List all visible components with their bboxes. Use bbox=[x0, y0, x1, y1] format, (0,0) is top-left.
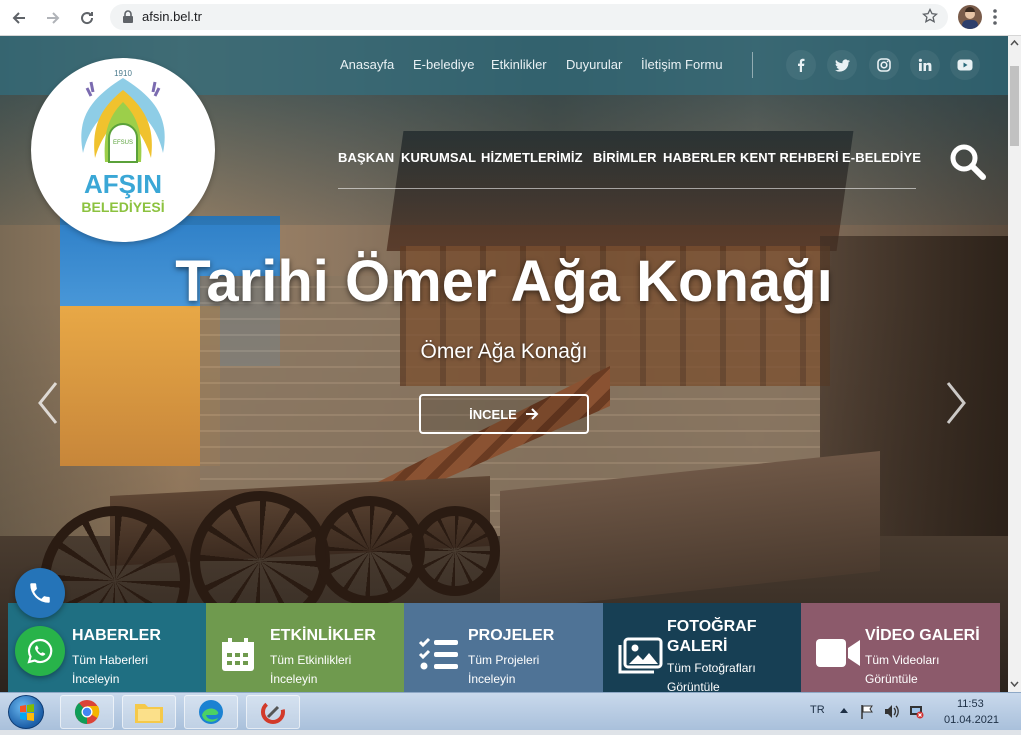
forward-icon[interactable] bbox=[42, 7, 64, 29]
topnav-divider bbox=[752, 52, 753, 78]
arrow-right-icon bbox=[525, 408, 539, 420]
incele-label: İNCELE bbox=[469, 406, 517, 422]
tile-subtitle: Tüm Etkinlikleri İnceleyin bbox=[270, 653, 352, 686]
taskbar-edge[interactable] bbox=[184, 695, 238, 729]
linkedin-icon[interactable] bbox=[910, 50, 940, 80]
profile-avatar[interactable] bbox=[958, 5, 982, 29]
whatsapp-icon bbox=[27, 638, 53, 664]
url-text: afsin.bel.tr bbox=[142, 9, 202, 24]
tile-title: FOTOĞRAF GALERİ bbox=[667, 618, 757, 655]
tile-title: ETKİNLİKLER bbox=[270, 627, 376, 644]
page-scrollbar[interactable] bbox=[1008, 36, 1021, 692]
address-bar[interactable]: afsin.bel.tr bbox=[110, 4, 948, 30]
logo-year: 1910 bbox=[114, 69, 132, 78]
tile-video-galeri[interactable]: VİDEO GALERİ Tüm Videoları Görüntüle bbox=[801, 603, 1000, 692]
municipality-logo[interactable]: 1910 EFSUS AFŞIN BELEDİYESİ bbox=[31, 58, 215, 242]
tile-subtitle: Tüm Fotoğrafları Görüntüle bbox=[667, 661, 756, 692]
topnav-anasayfa[interactable]: Anasayfa bbox=[340, 57, 394, 72]
cart-wheel bbox=[315, 496, 425, 606]
slide-subtitle: Ömer Ağa Konağı bbox=[420, 340, 588, 363]
network-icon[interactable] bbox=[908, 703, 924, 719]
clock-time[interactable]: 11:53 bbox=[957, 698, 984, 710]
tile-title: VİDEO GALERİ bbox=[865, 627, 980, 644]
tile-projeler[interactable]: PROJELER Tüm Projeleri İnceleyin bbox=[404, 603, 603, 692]
scrollbar-thumb[interactable] bbox=[1010, 66, 1019, 146]
mainnav-birimler[interactable]: BİRİMLER bbox=[593, 150, 657, 165]
list-icon bbox=[418, 637, 458, 670]
edge-icon bbox=[199, 700, 223, 724]
image-icon bbox=[618, 637, 663, 674]
tile-title: PROJELER bbox=[468, 627, 555, 644]
logo-emblem-icon: 1910 EFSUS AFŞIN BELEDİYESİ bbox=[81, 69, 165, 215]
incele-button[interactable]: İNCELE bbox=[419, 394, 589, 434]
scroll-up-icon[interactable] bbox=[1010, 39, 1019, 47]
tile-subtitle: Tüm Haberleri İnceleyin bbox=[72, 653, 149, 686]
slider-next-icon[interactable] bbox=[944, 381, 968, 425]
tile-subtitle: Tüm Videoları Görüntüle bbox=[865, 653, 940, 686]
scroll-down-icon[interactable] bbox=[1010, 680, 1019, 688]
instagram-icon[interactable] bbox=[869, 50, 899, 80]
volume-icon[interactable] bbox=[884, 704, 900, 719]
youtube-icon[interactable] bbox=[950, 50, 980, 80]
mainnav-kurumsal[interactable]: KURUMSAL bbox=[401, 150, 476, 165]
start-button[interactable] bbox=[8, 695, 44, 729]
twitter-icon[interactable] bbox=[827, 50, 857, 80]
video-icon bbox=[816, 639, 860, 667]
slide-title: Tarihi Ömer Ağa Konağı bbox=[175, 249, 833, 314]
windows-logo-icon bbox=[20, 704, 34, 721]
tile-title: HABERLER bbox=[72, 627, 161, 644]
app-icon bbox=[261, 700, 285, 724]
tile-etkinlikler[interactable]: ETKİNLİKLER Tüm Etkinlikleri İnceleyin bbox=[206, 603, 404, 692]
search-icon[interactable] bbox=[948, 142, 988, 182]
topnav-duyurular[interactable]: Duyurular bbox=[566, 57, 622, 72]
logo-name: AFŞIN bbox=[84, 169, 162, 199]
mainnav-kent-rehberi[interactable]: KENT REHBERİ bbox=[740, 150, 839, 165]
bookmark-star-icon[interactable] bbox=[922, 8, 938, 24]
clock-date[interactable]: 01.04.2021 bbox=[944, 714, 999, 726]
facebook-icon[interactable] bbox=[786, 50, 816, 80]
topnav-e-belediye[interactable]: E-belediye bbox=[413, 57, 474, 72]
mainnav-baskan[interactable]: BAŞKAN bbox=[338, 150, 394, 165]
phone-call-button[interactable] bbox=[15, 568, 65, 618]
language-indicator[interactable]: TR bbox=[810, 704, 825, 716]
taskbar-chrome[interactable] bbox=[60, 695, 114, 729]
taskbar: TR 11:53 01.04.2021 bbox=[0, 692, 1021, 730]
tile-fotograf-galeri[interactable]: FOTOĞRAF GALERİ Tüm Fotoğrafları Görüntül… bbox=[603, 603, 801, 692]
mainnav-hizmetlerimiz[interactable]: HİZMETLERİMİZ bbox=[481, 150, 583, 165]
reload-icon[interactable] bbox=[76, 7, 98, 29]
back-icon[interactable] bbox=[8, 7, 30, 29]
folder-icon bbox=[135, 704, 163, 723]
logo-subtitle: BELEDİYESİ bbox=[81, 199, 164, 215]
tray-expand-icon[interactable] bbox=[840, 707, 848, 713]
tile-subtitle: Tüm Projeleri İnceleyin bbox=[468, 653, 540, 686]
flag-icon[interactable] bbox=[860, 704, 874, 719]
cart-wheel bbox=[410, 506, 500, 596]
chrome-icon bbox=[74, 700, 100, 724]
mainnav-e-belediye[interactable]: E-BELEDİYE bbox=[842, 150, 921, 165]
whatsapp-button[interactable] bbox=[15, 626, 65, 676]
topnav-iletisim-formu[interactable]: İletişim Formu bbox=[641, 57, 723, 72]
topnav-etkinlikler[interactable]: Etkinlikler bbox=[491, 57, 547, 72]
taskbar-explorer[interactable] bbox=[122, 695, 176, 729]
nav-underline bbox=[338, 188, 916, 189]
hero-building bbox=[60, 306, 220, 466]
browser-menu-icon[interactable] bbox=[992, 8, 998, 26]
mainnav-haberler[interactable]: HABERLER bbox=[663, 150, 736, 165]
browser-toolbar: afsin.bel.tr bbox=[0, 0, 1021, 36]
slider-prev-icon[interactable] bbox=[36, 381, 60, 425]
calendar-icon bbox=[222, 638, 254, 671]
phone-icon bbox=[30, 583, 50, 603]
logo-arch-label: EFSUS bbox=[113, 140, 133, 146]
web-page: Anasayfa E-belediye Etkinlikler Duyurula… bbox=[0, 36, 1008, 692]
taskbar-app[interactable] bbox=[246, 695, 300, 729]
lock-icon bbox=[123, 10, 133, 23]
